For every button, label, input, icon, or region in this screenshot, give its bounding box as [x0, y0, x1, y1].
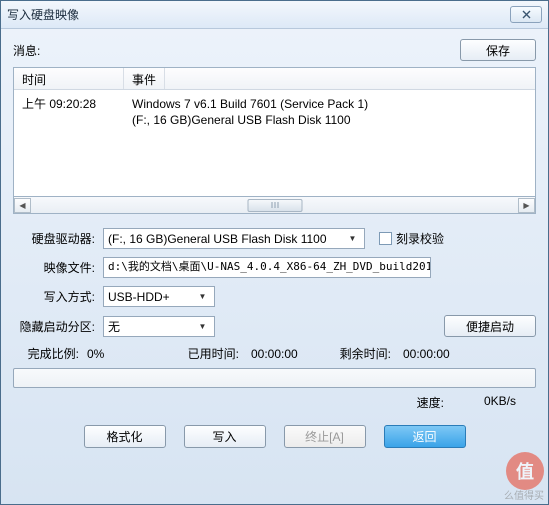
- scroll-thumb[interactable]: [247, 199, 302, 212]
- method-label: 写入方式:: [13, 288, 103, 305]
- message-label: 消息:: [13, 42, 460, 59]
- close-button[interactable]: [510, 6, 542, 23]
- scroll-right-button[interactable]: ▶: [518, 198, 535, 213]
- drive-value: (F:, 16 GB)General USB Flash Disk 1100: [108, 232, 345, 246]
- hide-value: 无: [108, 318, 195, 335]
- log-header: 时间 事件: [14, 68, 535, 90]
- hide-label: 隐藏启动分区:: [13, 318, 103, 335]
- form-area: 硬盘驱动器: (F:, 16 GB)General USB Flash Disk…: [13, 228, 536, 448]
- image-label: 映像文件:: [13, 259, 103, 276]
- verify-checkbox[interactable]: 刻录校验: [379, 230, 444, 247]
- hide-select[interactable]: 无 ▼: [103, 316, 215, 337]
- method-select[interactable]: USB-HDD+ ▼: [103, 286, 215, 307]
- save-button[interactable]: 保存: [460, 39, 536, 61]
- remain-label: 剩余时间:: [329, 345, 391, 362]
- progress-bar: [13, 368, 536, 388]
- write-button[interactable]: 写入: [184, 425, 266, 448]
- close-icon: [522, 10, 531, 19]
- chevron-down-icon: ▼: [195, 322, 210, 331]
- log-body: 上午 09:20:28 Windows 7 v6.1 Build 7601 (S…: [14, 90, 535, 134]
- chevron-down-icon: ▼: [195, 292, 210, 301]
- scroll-left-button[interactable]: ◀: [14, 198, 31, 213]
- log-cell: 上午 09:20:28: [22, 96, 116, 112]
- dialog-window: 写入硬盘映像 消息: 保存 时间 事件 上午 09:20:28 Windows …: [0, 0, 549, 505]
- abort-button: 终止[A]: [284, 425, 366, 448]
- col-event-header[interactable]: 事件: [124, 68, 165, 89]
- hide-row: 隐藏启动分区: 无 ▼ 便捷启动: [13, 315, 536, 337]
- method-row: 写入方式: USB-HDD+ ▼: [13, 286, 536, 307]
- remain-value: 00:00:00: [391, 347, 450, 361]
- image-path-input[interactable]: d:\我的文档\桌面\U-NAS_4.0.4_X86-64_ZH_DVD_bui…: [103, 257, 431, 278]
- horizontal-scrollbar[interactable]: ◀ ▶: [13, 197, 536, 214]
- col-time-header[interactable]: 时间: [14, 68, 124, 89]
- bottom-buttons: 格式化 写入 终止[A] 返回: [13, 425, 536, 448]
- ratio-value: 0%: [87, 347, 177, 361]
- scroll-track[interactable]: [31, 198, 518, 213]
- log-cell: Windows 7 v6.1 Build 7601 (Service Pack …: [132, 96, 527, 112]
- watermark-logo: 值: [506, 452, 544, 490]
- speed-value: 0KB/s: [484, 394, 516, 411]
- ratio-label: 完成比例:: [13, 345, 87, 362]
- elapsed-label: 已用时间:: [177, 345, 239, 362]
- window-title: 写入硬盘映像: [7, 6, 510, 23]
- titlebar: 写入硬盘映像: [1, 1, 548, 29]
- progress-stats-row: 完成比例: 0% 已用时间: 00:00:00 剩余时间: 00:00:00: [13, 345, 536, 362]
- format-button[interactable]: 格式化: [84, 425, 166, 448]
- message-row: 消息: 保存: [13, 39, 536, 61]
- image-row: 映像文件: d:\我的文档\桌面\U-NAS_4.0.4_X86-64_ZH_D…: [13, 257, 536, 278]
- checkbox-box: [379, 232, 392, 245]
- watermark: 值 么值得买: [464, 450, 544, 500]
- speed-label: 速度:: [417, 394, 444, 411]
- log-event-column: Windows 7 v6.1 Build 7601 (Service Pack …: [124, 94, 535, 130]
- portable-boot-button[interactable]: 便捷启动: [444, 315, 536, 337]
- log-listview[interactable]: 时间 事件 上午 09:20:28 Windows 7 v6.1 Build 7…: [13, 67, 536, 197]
- drive-select[interactable]: (F:, 16 GB)General USB Flash Disk 1100 ▼: [103, 228, 365, 249]
- elapsed-value: 00:00:00: [239, 347, 329, 361]
- back-button[interactable]: 返回: [384, 425, 466, 448]
- log-cell: (F:, 16 GB)General USB Flash Disk 1100: [132, 112, 527, 128]
- speed-row: 速度: 0KB/s: [13, 394, 536, 411]
- chevron-down-icon: ▼: [345, 234, 360, 243]
- drive-row: 硬盘驱动器: (F:, 16 GB)General USB Flash Disk…: [13, 228, 536, 249]
- method-value: USB-HDD+: [108, 290, 195, 304]
- verify-label: 刻录校验: [396, 230, 444, 247]
- log-time-column: 上午 09:20:28: [14, 94, 124, 130]
- watermark-text: 么值得买: [504, 487, 544, 502]
- content-area: 消息: 保存 时间 事件 上午 09:20:28 Windows 7 v6.1 …: [1, 29, 548, 456]
- drive-label: 硬盘驱动器:: [13, 230, 103, 247]
